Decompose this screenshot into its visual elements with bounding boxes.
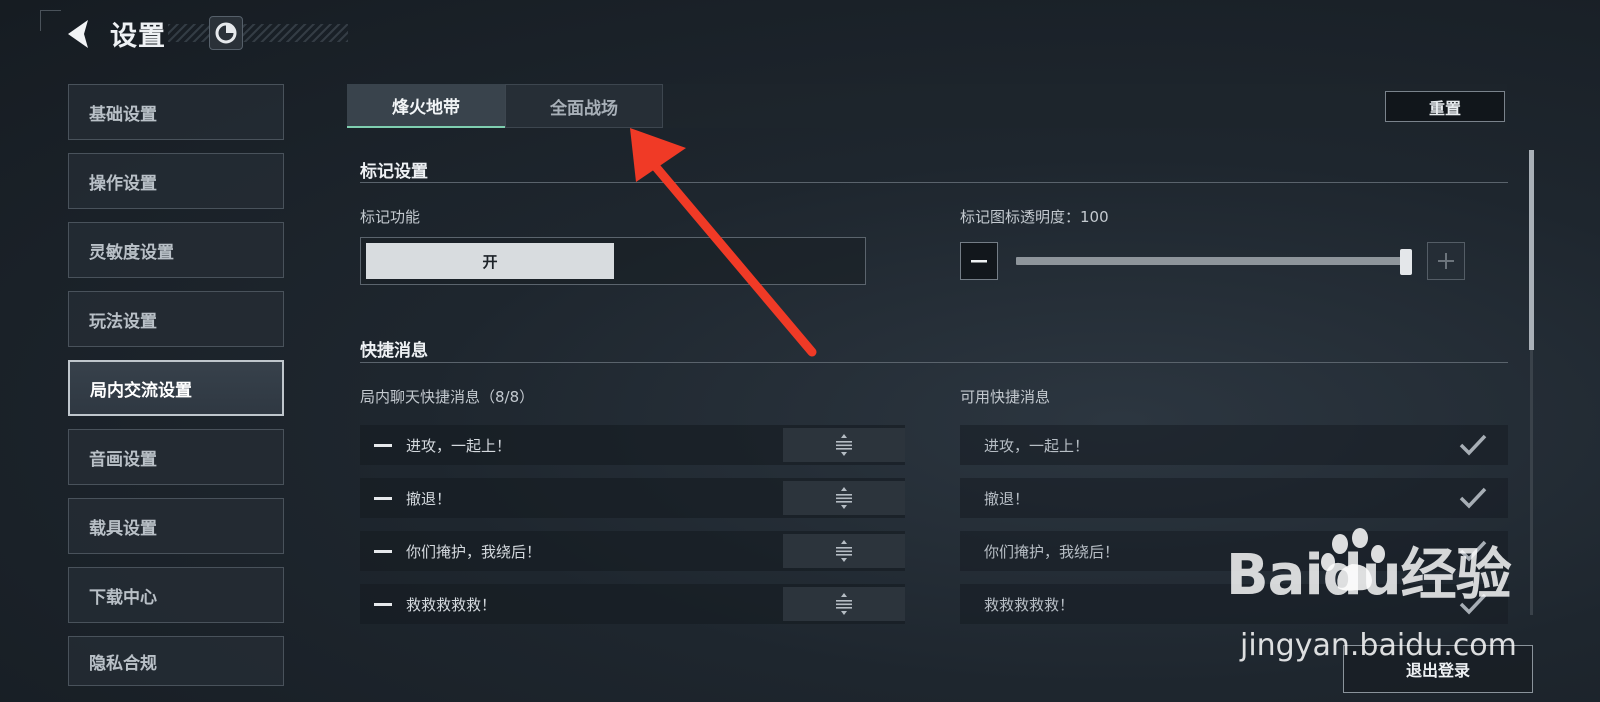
chat-message-text: 救救救救救！ bbox=[406, 596, 497, 614]
drag-handle[interactable] bbox=[783, 587, 905, 621]
checkmark-icon bbox=[1459, 434, 1487, 456]
scrollbar-thumb[interactable] bbox=[1529, 150, 1534, 350]
opacity-slider-thumb[interactable] bbox=[1400, 249, 1412, 275]
chat-message-text: 撤退！ bbox=[406, 490, 452, 508]
sidebar-item-vehicle[interactable]: 载具设置 bbox=[68, 498, 284, 554]
toggle-on-option[interactable]: 开 bbox=[366, 243, 614, 279]
chat-message-row: 救救救救救！ bbox=[360, 584, 905, 624]
profile-badge-icon bbox=[215, 22, 237, 44]
sidebar-item-communication[interactable]: 局内交流设置 bbox=[68, 360, 284, 416]
available-message-text: 你们掩护，我绕后！ bbox=[984, 543, 1120, 561]
chat-message-row: 你们掩护，我绕后！ bbox=[360, 531, 905, 571]
chat-message-row: 撤退！ bbox=[360, 478, 905, 518]
drag-handle[interactable] bbox=[783, 534, 905, 568]
sidebar-item-basic[interactable]: 基础设置 bbox=[68, 84, 284, 140]
watermark-logo: Baidu经验 bbox=[1226, 543, 1512, 608]
plus-icon bbox=[1438, 253, 1454, 269]
back-arrow-icon bbox=[68, 20, 88, 48]
section-divider bbox=[360, 362, 1508, 363]
toggle-off-option[interactable] bbox=[614, 243, 862, 279]
available-message-row[interactable]: 进攻，一起上！ bbox=[960, 425, 1508, 465]
mode-tabbar: 烽火地带 全面战场 bbox=[347, 84, 1507, 128]
checkmark-icon bbox=[1459, 487, 1487, 509]
chat-message-text: 进攻，一起上！ bbox=[406, 437, 512, 455]
remove-icon[interactable] bbox=[374, 603, 392, 606]
chat-quick-label: 局内聊天快捷消息（8/8） bbox=[360, 388, 535, 406]
sidebar-item-downloads[interactable]: 下载中心 bbox=[68, 567, 284, 623]
remove-icon[interactable] bbox=[374, 550, 392, 553]
available-message-row[interactable]: 撤退！ bbox=[960, 478, 1508, 518]
quick-section-title: 快捷消息 bbox=[360, 341, 428, 361]
tab-fenghuo[interactable]: 烽火地带 bbox=[347, 84, 505, 128]
section-divider bbox=[360, 182, 1508, 183]
chat-message-row: 进攻，一起上！ bbox=[360, 425, 905, 465]
drag-handle-icon bbox=[836, 593, 852, 615]
opacity-decrease-button[interactable] bbox=[960, 242, 998, 280]
sidebar-item-audio-video[interactable]: 音画设置 bbox=[68, 429, 284, 485]
available-message-text: 救救救救救！ bbox=[984, 596, 1075, 614]
back-button[interactable] bbox=[62, 16, 98, 52]
drag-handle-icon bbox=[836, 487, 852, 509]
drag-handle[interactable] bbox=[783, 481, 905, 515]
sidebar-item-controls[interactable]: 操作设置 bbox=[68, 153, 284, 209]
tab-full-battlefield[interactable]: 全面战场 bbox=[505, 84, 663, 128]
available-message-text: 进攻，一起上！ bbox=[984, 437, 1090, 455]
profile-badge[interactable] bbox=[209, 16, 243, 50]
page-title: 设置 bbox=[110, 21, 166, 52]
watermark-url: jingyan.baidu.com bbox=[1240, 628, 1517, 663]
drag-handle-icon bbox=[836, 540, 852, 562]
available-message-text: 撤退！ bbox=[984, 490, 1030, 508]
reset-button[interactable]: 重置 bbox=[1385, 91, 1505, 122]
drag-handle-icon bbox=[836, 434, 852, 456]
marker-function-label: 标记功能 bbox=[360, 208, 421, 226]
title-decoration bbox=[168, 24, 348, 42]
corner-decoration bbox=[40, 10, 61, 31]
sidebar-item-sensitivity[interactable]: 灵敏度设置 bbox=[68, 222, 284, 278]
marker-function-toggle: 开 bbox=[360, 237, 866, 285]
opacity-slider-track[interactable] bbox=[1016, 257, 1412, 265]
chat-message-text: 你们掩护，我绕后！ bbox=[406, 543, 542, 561]
remove-icon[interactable] bbox=[374, 497, 392, 500]
available-quick-label: 可用快捷消息 bbox=[960, 388, 1051, 406]
remove-icon[interactable] bbox=[374, 444, 392, 447]
sidebar-item-privacy[interactable]: 隐私合规 bbox=[68, 636, 284, 686]
drag-handle[interactable] bbox=[783, 428, 905, 462]
minus-icon bbox=[971, 260, 987, 263]
sidebar-item-gameplay[interactable]: 玩法设置 bbox=[68, 291, 284, 347]
marker-opacity-label: 标记图标透明度：100 bbox=[960, 208, 1109, 226]
opacity-increase-button[interactable] bbox=[1427, 242, 1465, 280]
marker-section-title: 标记设置 bbox=[360, 162, 428, 182]
